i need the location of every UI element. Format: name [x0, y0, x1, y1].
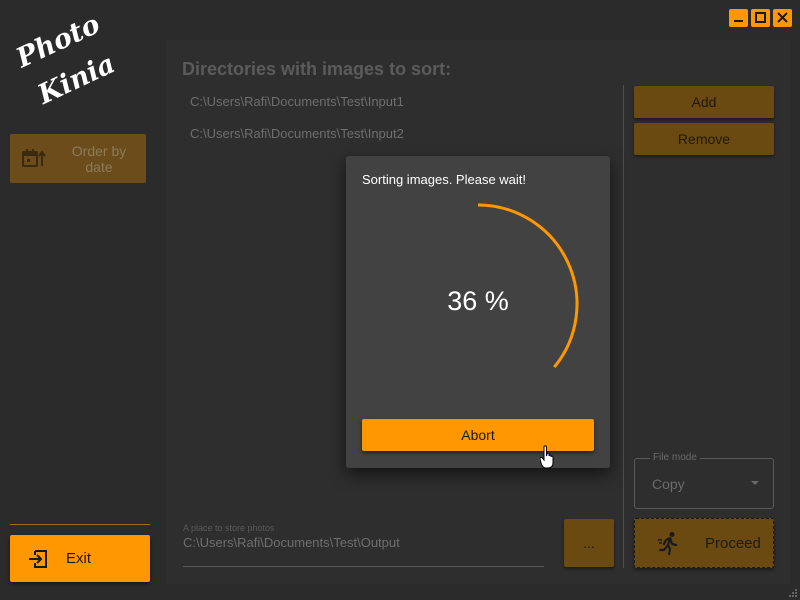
close-button[interactable] — [773, 9, 792, 27]
directory-list-item[interactable]: C:\Users\Rafi\Documents\Test\Input2 — [190, 126, 404, 141]
progress-percentage: 36 % — [447, 286, 509, 316]
file-mode-select[interactable]: File mode Copy — [634, 452, 774, 509]
browse-button[interactable]: ... — [564, 519, 614, 567]
minimize-button[interactable] — [729, 9, 748, 27]
exit-icon — [10, 548, 66, 570]
maximize-button[interactable] — [751, 9, 770, 27]
file-mode-value: Copy — [652, 476, 685, 492]
close-icon — [777, 12, 788, 23]
add-button[interactable]: Add — [634, 86, 774, 118]
minimize-icon — [734, 20, 743, 22]
file-mode-label: File mode — [650, 452, 700, 463]
proceed-button[interactable]: Proceed — [634, 518, 774, 568]
order-by-date-label: Order by date — [71, 142, 127, 175]
running-person-icon — [635, 531, 705, 555]
app-logo: Photo Kinia — [10, 9, 120, 111]
directory-list-item[interactable]: C:\Users\Rafi\Documents\Test\Input1 — [190, 94, 404, 109]
exit-button[interactable]: Exit — [10, 535, 150, 582]
dropdown-arrow-icon — [751, 481, 759, 485]
order-by-date-button[interactable]: Order by date — [10, 134, 146, 183]
output-path-input[interactable]: C:\Users\Rafi\Documents\Test\Output — [183, 535, 400, 550]
calendar-sort-icon — [10, 148, 58, 170]
exit-label: Exit — [66, 550, 92, 567]
abort-button[interactable]: Abort — [362, 419, 594, 451]
panel-divider — [623, 85, 624, 568]
remove-button[interactable]: Remove — [634, 123, 774, 155]
hand-cursor-icon — [540, 445, 554, 469]
sidebar-divider — [10, 524, 150, 525]
proceed-label: Proceed — [705, 534, 761, 552]
resize-grip-icon[interactable] — [788, 588, 798, 598]
output-path-label: A place to store photos — [183, 523, 275, 533]
page-title: Directories with images to sort: — [182, 59, 452, 79]
progress-dialog: Sorting images. Please wait! 36 % Abort — [346, 156, 610, 468]
output-path-underline — [183, 566, 544, 567]
maximize-icon — [755, 12, 766, 23]
